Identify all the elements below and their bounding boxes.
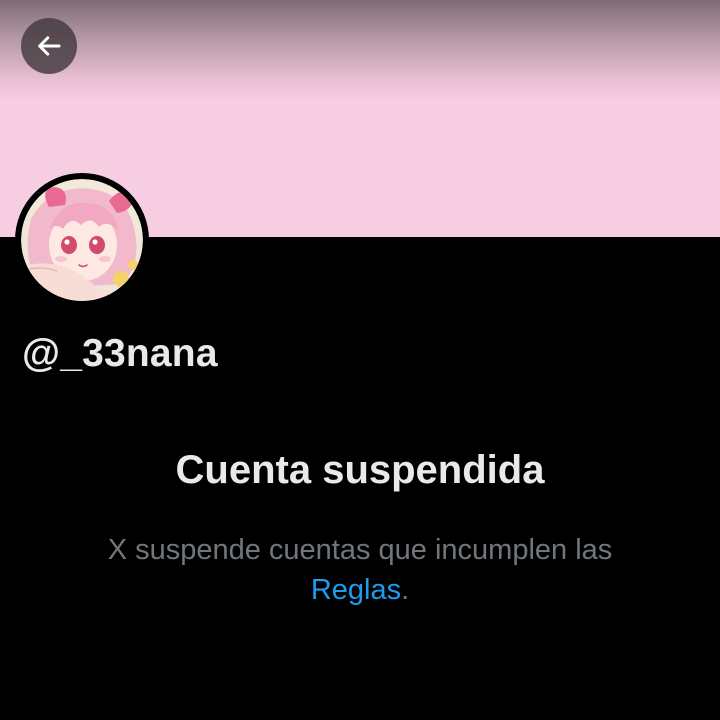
- profile-handle: @_33nana: [22, 332, 218, 375]
- back-button[interactable]: [21, 18, 77, 74]
- suspension-message: X suspende cuentas que incumplen las Reg…: [60, 530, 660, 610]
- rules-link[interactable]: Reglas: [311, 574, 401, 606]
- suspension-message-period: .: [401, 574, 410, 606]
- arrow-left-icon: [34, 31, 64, 61]
- suspension-message-text: X suspende cuentas que incumplen las: [107, 534, 613, 566]
- profile-screen: @_33nana Cuenta suspendida X suspende cu…: [0, 0, 720, 720]
- avatar[interactable]: [15, 173, 149, 307]
- suspension-title: Cuenta suspendida: [175, 448, 545, 492]
- avatar-image: [21, 179, 143, 301]
